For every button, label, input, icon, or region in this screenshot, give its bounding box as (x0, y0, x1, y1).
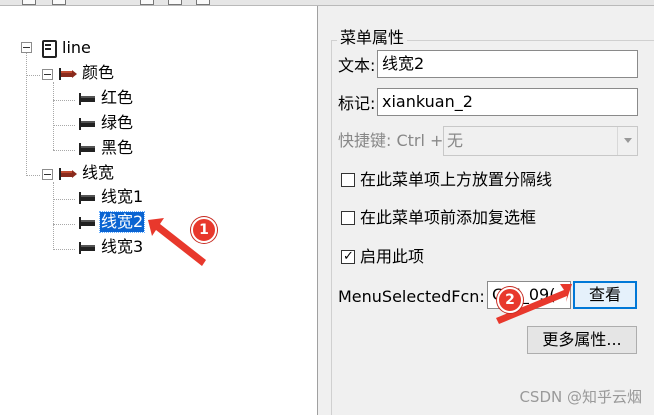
submenu-icon (55, 67, 77, 81)
collapse-node-toggle[interactable] (42, 69, 53, 80)
text-field[interactable]: 线宽2 (377, 50, 638, 78)
check-mark-checkbox-row[interactable]: 在此菜单项前添加复选框 (341, 208, 536, 228)
toolbar-button[interactable] (168, 0, 182, 5)
tree-leaf-label[interactable]: 线宽1 (101, 187, 143, 207)
tree-leaf-label[interactable]: 红色 (101, 88, 133, 108)
watermark: CSDN @知乎云烟 (519, 388, 642, 406)
tag-field[interactable]: xiankuan_2 (377, 88, 638, 116)
tree-node-label[interactable]: 线宽 (82, 163, 114, 183)
toolbar-button[interactable] (52, 0, 66, 5)
check-mark-checkbox-label: 在此菜单项前添加复选框 (360, 208, 537, 227)
tree-leaf-label-selected[interactable]: 线宽2 (98, 211, 146, 233)
tree-leaf-label[interactable]: 绿色 (101, 113, 133, 133)
tree-node-label[interactable]: 颜色 (82, 63, 114, 83)
tree-root-label[interactable]: line (62, 38, 91, 58)
shortcut-select[interactable]: 无 (443, 126, 638, 156)
collapse-root-toggle[interactable] (21, 42, 32, 53)
tag-label: 标记: (338, 94, 376, 113)
separator-checkbox-label: 在此菜单项上方放置分隔线 (360, 170, 553, 189)
enable-checkbox-row[interactable]: 启用此项 (341, 247, 424, 267)
chevron-down-icon (617, 127, 637, 155)
shortcut-select-value: 无 (447, 131, 464, 150)
callback-label: MenuSelectedFcn: (338, 287, 485, 306)
tree-leaf-label[interactable]: 黑色 (101, 138, 133, 158)
toolbar-button[interactable] (22, 0, 36, 5)
submenu-icon (55, 167, 77, 181)
menu-item-icon (75, 117, 97, 131)
toolbar-button[interactable] (196, 0, 210, 5)
text-label: 文本: (338, 56, 376, 75)
separator-checkbox[interactable] (341, 173, 355, 187)
toolbar-button[interactable] (140, 0, 154, 5)
tree-leaf-label[interactable]: 线宽3 (101, 237, 143, 257)
annotation-marker-2: 2 (497, 287, 523, 313)
menu-item-icon (75, 241, 97, 255)
enable-checkbox-label: 启用此项 (360, 247, 425, 266)
view-button[interactable]: 查看 (573, 281, 637, 309)
separator-checkbox-row[interactable]: 在此菜单项上方放置分隔线 (341, 170, 552, 190)
menu-bar-icon (38, 39, 57, 58)
menu-item-icon (75, 191, 97, 205)
check-mark-checkbox[interactable] (341, 211, 355, 225)
group-title: 菜单属性 (337, 28, 408, 48)
menu-item-icon (75, 216, 97, 230)
shortcut-label: 快捷键: Ctrl + (338, 131, 444, 150)
more-properties-button[interactable]: 更多属性... (527, 326, 637, 354)
collapse-node-toggle[interactable] (42, 169, 53, 180)
annotation-marker-1: 1 (191, 217, 217, 243)
enable-checkbox[interactable] (341, 247, 355, 267)
menu-item-icon (75, 92, 97, 106)
menu-item-icon (75, 142, 97, 156)
